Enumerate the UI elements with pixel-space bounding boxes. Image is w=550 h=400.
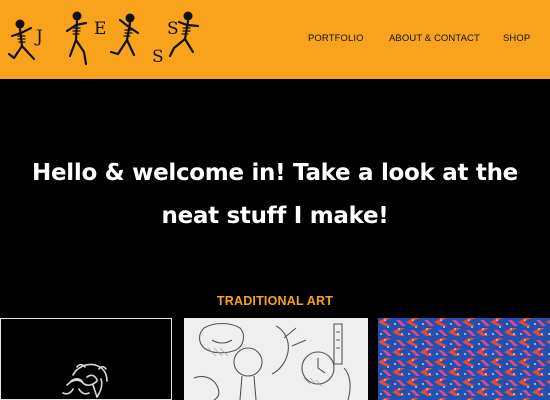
logo-letter-e: E: [94, 19, 106, 39]
gallery-item-portrait[interactable]: [0, 318, 172, 400]
nav-link-portfolio[interactable]: PORTFOLIO: [308, 33, 364, 44]
hero-heading: Hello & welcome in! Take a look at the n…: [32, 160, 518, 229]
gallery-section-title: TRADITIONAL ART: [216, 294, 334, 308]
logo-letter-s1: S: [152, 47, 164, 67]
gallery-item-textile[interactable]: [378, 318, 550, 400]
portrait-artwork-image: [62, 363, 108, 398]
nav-link-about-contact[interactable]: ABOUT & CONTACT: [389, 33, 480, 44]
textile-artwork-image: [378, 318, 550, 400]
site-logo[interactable]: J E S S: [4, 4, 204, 70]
site-header: J E S S PORTFOLIO ABOUT & CONTACT SHOP: [0, 0, 550, 79]
dancing-skeletons-logo: J E S S: [7, 11, 200, 67]
still-life-artwork-image: [184, 318, 368, 400]
hero-section: Hello & welcome in! Take a look at the n…: [0, 79, 550, 295]
gallery-item-still-life[interactable]: [184, 318, 368, 400]
nav-link-shop[interactable]: SHOP: [503, 33, 530, 44]
logo-letter-j: J: [34, 27, 43, 47]
logo-letter-s2: S: [167, 19, 179, 39]
